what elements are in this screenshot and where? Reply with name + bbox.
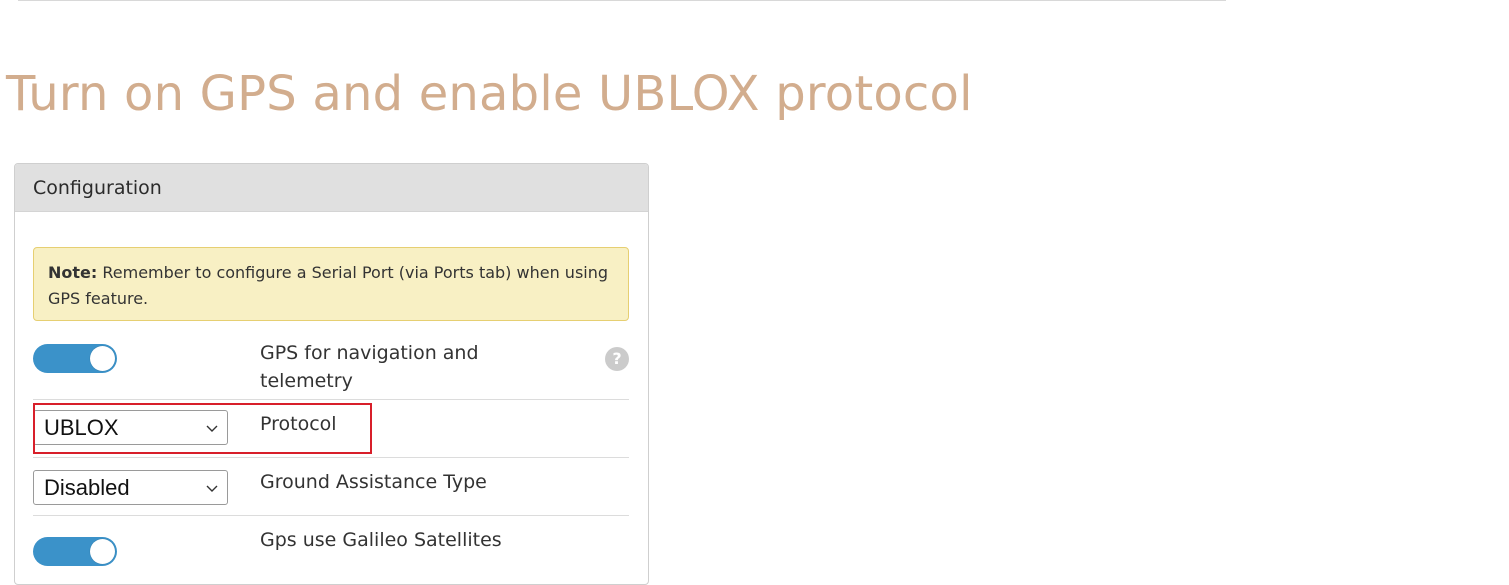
galileo-toggle[interactable] bbox=[33, 537, 117, 566]
chevron-down-icon bbox=[206, 425, 218, 432]
note-text: Remember to configure a Serial Port (via… bbox=[48, 263, 609, 308]
note-label: Note: bbox=[48, 263, 98, 282]
galileo-row: Gps use Galileo Satellites bbox=[33, 516, 629, 576]
protocol-row: UBLOX Protocol bbox=[33, 400, 629, 458]
gps-feature-row: GPS for navigation and telemetry ? bbox=[33, 321, 629, 400]
gps-note: Note: Remember to configure a Serial Por… bbox=[33, 247, 629, 321]
protocol-select[interactable]: UBLOX bbox=[33, 410, 228, 445]
protocol-label: Protocol bbox=[260, 413, 337, 435]
top-divider bbox=[18, 0, 1226, 1]
help-icon[interactable]: ? bbox=[605, 347, 629, 371]
protocol-select-value: UBLOX bbox=[44, 415, 119, 440]
galileo-toggle-label: Gps use Galileo Satellites bbox=[260, 529, 502, 551]
toggle-knob bbox=[90, 346, 115, 371]
ground-assistance-label: Ground Assistance Type bbox=[260, 471, 487, 493]
ground-assistance-select[interactable]: Disabled bbox=[33, 470, 228, 505]
configuration-panel: Configuration Note: Remember to configur… bbox=[14, 163, 649, 585]
ground-assistance-row: Disabled Ground Assistance Type bbox=[33, 458, 629, 516]
gps-toggle-label: GPS for navigation and telemetry bbox=[260, 342, 479, 392]
page-heading: Turn on GPS and enable UBLOX protocol bbox=[6, 66, 973, 122]
gps-toggle[interactable] bbox=[33, 344, 117, 373]
toggle-knob bbox=[90, 539, 115, 564]
chevron-down-icon bbox=[206, 485, 218, 492]
ground-assistance-select-value: Disabled bbox=[44, 475, 130, 500]
panel-title: Configuration bbox=[15, 164, 648, 212]
